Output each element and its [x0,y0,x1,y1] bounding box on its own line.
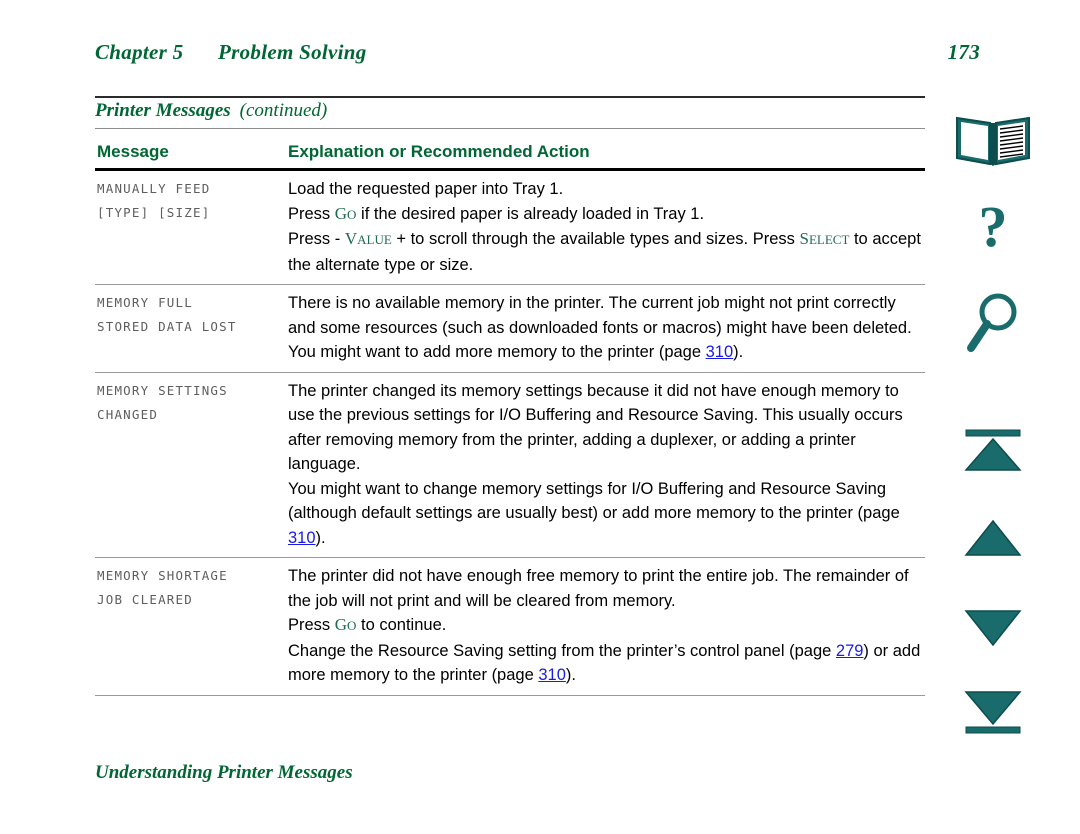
chapter-label: Chapter 5 [95,40,184,64]
action-paragraph: The printer changed its memory settings … [288,381,903,474]
page-link[interactable]: 310 [538,666,566,684]
caption-top-rule [95,96,925,98]
message-code-line: MEMORY SETTINGS [97,382,228,398]
table-row: MANUALLY FEED [TYPE] [SIZE] Load the req… [95,171,925,285]
last-page-glyph [964,691,1022,734]
magnifier-icon[interactable] [945,290,1041,361]
table-caption-main: Printer Messages [95,100,231,121]
action-cell: The printer changed its memory settings … [288,379,925,551]
message-cell: MANUALLY FEED [TYPE] [SIZE] [95,177,288,277]
page-link[interactable]: 310 [288,529,316,547]
message-code-line: MEMORY FULL [97,295,193,310]
page-header: Chapter 5 Problem Solving 173 [95,40,980,72]
triangle-down-icon[interactable] [945,608,1041,653]
printer-messages-table: MANUALLY FEED [TYPE] [SIZE] Load the req… [95,171,925,696]
message-code-line: CHANGED [97,406,159,422]
message-code-line: JOB CLEARED [97,592,193,607]
first-page-glyph [964,429,1022,471]
triangle-up-bar-icon[interactable] [945,428,1041,477]
caption-bottom-rule [95,128,925,129]
page-link[interactable]: 310 [706,343,734,361]
control-key-select: SELECT [799,229,850,248]
message-cell: MEMORY SETTINGS CHANGED [95,379,288,551]
navigation-rail: ? [945,110,1045,770]
message-cell: MEMORY FULL STORED DATA LOST [95,291,288,365]
action-paragraph: You might want to change memory settings… [288,479,900,547]
action-paragraph: You might want to add more memory to the… [288,343,744,361]
action-paragraph: Change the Resource Saving setting from … [288,641,921,685]
triangle-down-bar-icon[interactable] [945,690,1041,741]
table-caption-continued: (continued) [239,100,328,121]
message-code-line: MANUALLY FEED [97,181,211,196]
triangle-up-icon[interactable] [945,518,1041,563]
message-code-line: STORED DATA LOST [97,319,237,334]
next-page-glyph [964,610,1022,647]
action-paragraph: Load the requested paper into Tray 1. [288,180,564,198]
message-code-line: MEMORY SHORTAGE [97,568,228,583]
footer-title: Understanding Printer Messages [95,762,353,783]
action-paragraph: There is no available memory in the prin… [288,294,912,337]
page-number: 173 [947,40,980,64]
question-mark-icon[interactable]: ? [945,194,1041,269]
action-cell: Load the requested paper into Tray 1. Pr… [288,177,925,277]
chapter-title: Problem Solving [218,40,367,64]
svg-text:?: ? [979,198,1008,259]
table-row: MEMORY SHORTAGE JOB CLEARED The printer … [95,558,925,696]
table-row: MEMORY FULL STORED DATA LOST There is no… [95,285,925,373]
page-link[interactable]: 279 [836,642,864,660]
question-mark-glyph: ? [979,194,1008,259]
message-code-line: [TYPE] [SIZE] [97,205,211,220]
column-header-message: Message [97,142,169,161]
book-icon[interactable] [945,110,1041,173]
action-cell: The printer did not have enough free mem… [288,564,925,688]
table-row: MEMORY SETTINGS CHANGED The printer chan… [95,373,925,558]
action-paragraph: The printer did not have enough free mem… [288,567,909,610]
column-header-action: Explanation or Recommended Action [288,142,590,161]
control-key-go: GO [334,203,357,223]
action-paragraph: Press - VALUE + to scroll through the av… [288,229,921,274]
table-caption: Printer Messages (continued) [95,100,327,122]
action-paragraph: Press GO to continue. [288,615,447,634]
magnifier-glyph [967,293,1017,352]
control-key-go: GO [334,615,357,634]
action-paragraph: Press GO if the desired paper is already… [288,203,705,223]
book-icon-glyph [956,116,1030,166]
control-key-value: VALUE [344,229,392,248]
message-cell: MEMORY SHORTAGE JOB CLEARED [95,564,288,688]
previous-page-glyph [964,519,1022,556]
action-cell: There is no available memory in the prin… [288,291,925,365]
